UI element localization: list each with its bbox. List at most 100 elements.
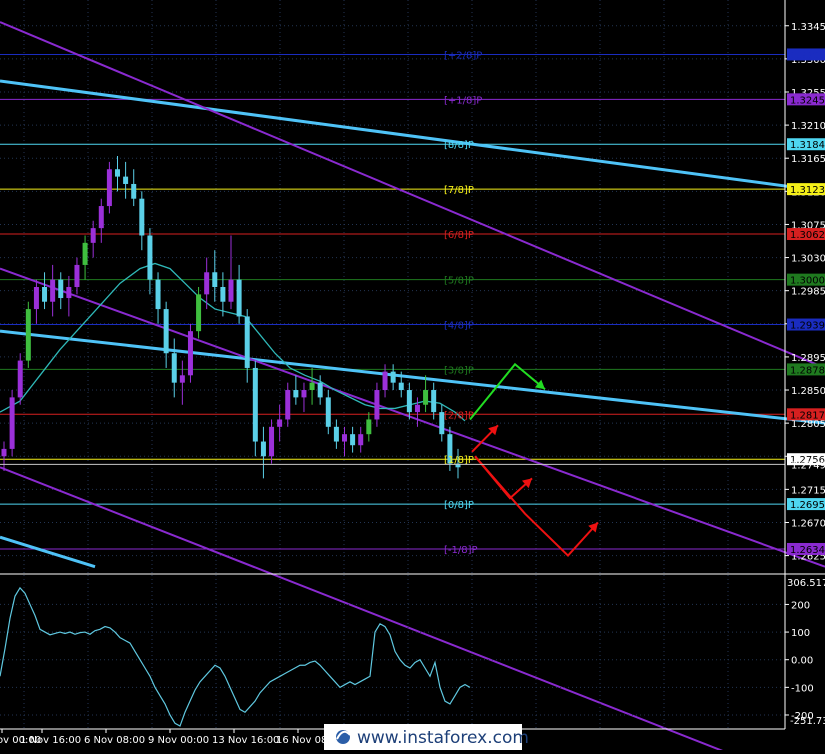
- candle-body: [1, 448, 7, 457]
- chart-background: [0, 0, 825, 750]
- murrey-level-label: [-1/8]P: [444, 545, 478, 556]
- candle-body: [325, 397, 331, 427]
- candle-body: [66, 287, 72, 299]
- murrey-level-label: [4/8]P: [444, 321, 474, 332]
- candle-body: [155, 279, 161, 310]
- candle-body: [260, 441, 266, 457]
- chart-terminal: [+2/8]P [+1/8]P [8/8]P [7/8]P [6/8]P [5/8]P [4…: [0, 0, 825, 754]
- candle-body: [33, 287, 39, 310]
- price-tag-label: 1.2878: [790, 365, 825, 376]
- price-tag-label: 1.3062: [790, 230, 825, 241]
- candle-body: [414, 404, 420, 413]
- murrey-level-label: [3/8]P: [444, 365, 474, 376]
- time-axis-label: 1 Nov 16:00: [20, 735, 81, 746]
- current-price-label: 1.2749: [791, 460, 825, 471]
- candle-body: [269, 426, 275, 457]
- price-axis-label: 1.2850: [791, 386, 825, 397]
- oscillator-axis-label: -200: [791, 711, 814, 722]
- oscillator-axis-label: 0.00: [791, 656, 813, 667]
- candle-body: [204, 272, 210, 295]
- price-tag-label: 1.3245: [790, 95, 825, 106]
- instaforex-watermark: www.instaforex.com: [324, 724, 529, 750]
- price-tag-label: 1.3000: [790, 276, 825, 287]
- candle-body: [350, 434, 356, 446]
- price-chart-svg: [+2/8]P [+1/8]P [8/8]P [7/8]P [6/8]P [5/8]P [4…: [0, 0, 825, 754]
- candle-body: [293, 390, 299, 398]
- price-tag-label: 1.3184: [790, 140, 825, 151]
- candle-body: [196, 294, 202, 332]
- price-tag-label: 1.2939: [790, 321, 825, 332]
- candle-body: [82, 242, 88, 265]
- price-tag-label: 1.3306: [790, 50, 825, 61]
- time-axis-label: 13 Nov 16:00: [212, 735, 279, 746]
- candle-body: [25, 309, 31, 361]
- murrey-level-label: [0/8]P: [444, 500, 474, 511]
- murrey-level-label: [6/8]P: [444, 230, 474, 241]
- candle-body: [139, 198, 145, 236]
- price-tag-label: 1.2817: [790, 410, 825, 421]
- candle-body: [390, 371, 396, 383]
- candle-body: [171, 353, 177, 383]
- candle-body: [74, 264, 80, 287]
- murrey-level-label: [5/8]P: [444, 276, 474, 287]
- murrey-level-label: [+1/8]P: [444, 95, 482, 106]
- price-tag-label: 1.2695: [790, 500, 825, 511]
- price-tag-label: 1.2634: [790, 545, 825, 556]
- candle-body: [423, 390, 429, 405]
- candle-body: [317, 382, 323, 398]
- oscillator-axis-label: 200: [791, 600, 810, 611]
- candle-body: [374, 390, 380, 420]
- price-axis-label: 1.2895: [791, 353, 825, 364]
- candle-body: [398, 382, 404, 391]
- price-axis-label: 1.2715: [791, 485, 825, 496]
- candle-body: [431, 390, 437, 413]
- candle-body: [42, 287, 48, 302]
- candle-body: [58, 279, 64, 299]
- oscillator-axis-label: -100: [791, 683, 814, 694]
- price-axis-label: 1.3165: [791, 154, 825, 165]
- candle-body: [131, 183, 137, 199]
- candle-body: [277, 419, 283, 427]
- candle-body: [163, 309, 169, 354]
- candle-body: [147, 235, 153, 280]
- candle-body: [236, 279, 242, 317]
- candle-body: [179, 375, 185, 383]
- oscillator-max-label: 306.5172: [787, 578, 825, 589]
- price-tag-label: 1.3123: [790, 185, 825, 196]
- candle-body: [366, 419, 372, 435]
- murrey-level-label: [2/8]P: [444, 410, 474, 421]
- time-axis-label: 6 Nov 08:00: [84, 735, 145, 746]
- candle-body: [115, 169, 120, 177]
- candle-body: [212, 272, 218, 287]
- price-axis-label: 1.2985: [791, 287, 825, 298]
- murrey-level-label: [+2/8]P: [444, 50, 482, 61]
- candle-body: [98, 206, 104, 229]
- candle-body: [90, 228, 96, 243]
- candle-body: [123, 176, 129, 184]
- candle-body: [17, 360, 23, 398]
- price-axis-label: 1.2670: [791, 518, 825, 529]
- candle-body: [244, 316, 250, 368]
- candle-body: [309, 382, 315, 391]
- candle-body: [301, 390, 307, 398]
- candle-body: [220, 287, 226, 302]
- candle-body: [382, 371, 388, 391]
- price-axis-label: 1.3210: [791, 121, 825, 132]
- candle-body: [9, 397, 15, 449]
- candle-body: [406, 390, 412, 413]
- price-axis-label: 1.3345: [791, 22, 825, 33]
- price-axis-label: 1.3030: [791, 254, 825, 265]
- candle-body: [285, 390, 291, 420]
- candle-body: [358, 434, 364, 446]
- candle-body: [106, 169, 112, 207]
- candle-body: [228, 279, 234, 302]
- candle-body: [252, 367, 258, 442]
- candle-body: [333, 426, 339, 442]
- murrey-level-label: [8/8]P: [444, 140, 474, 151]
- candle-body: [342, 434, 347, 442]
- murrey-level-label: [7/8]P: [444, 185, 474, 196]
- candle-body: [50, 279, 56, 302]
- time-axis-label: 9 Nov 00:00: [148, 735, 209, 746]
- candle-body: [187, 331, 193, 376]
- watermark-text: www.instaforex.com: [357, 728, 529, 748]
